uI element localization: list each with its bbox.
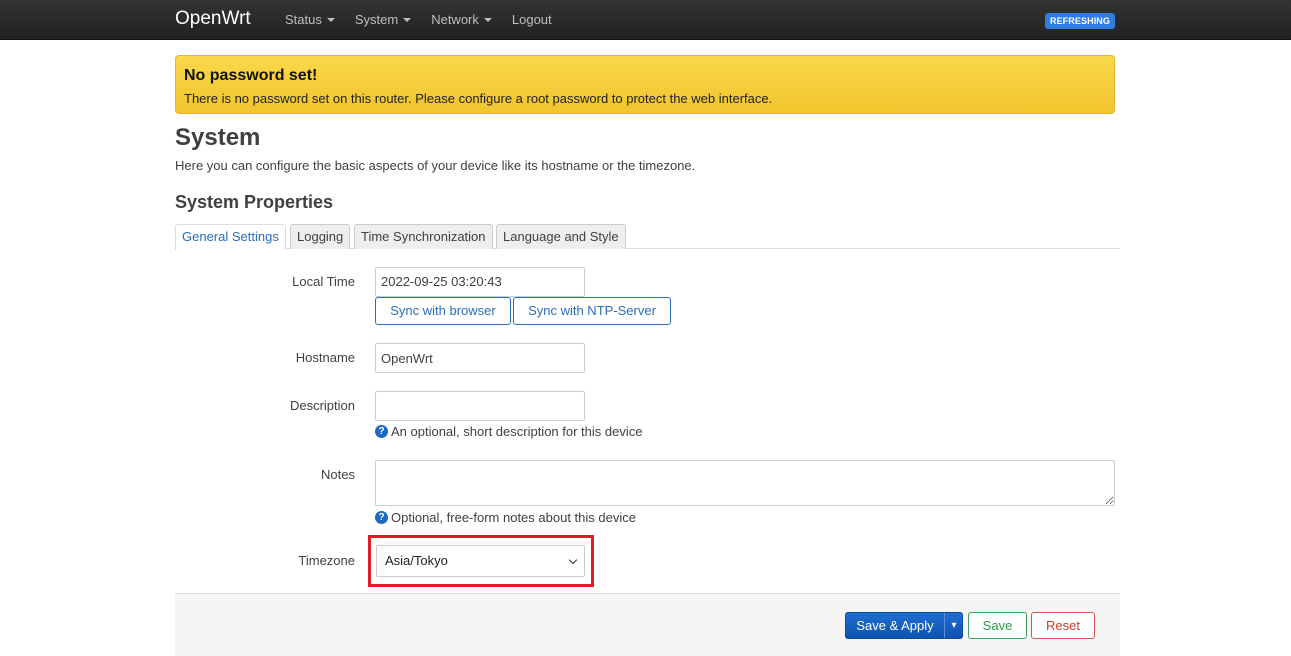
- notes-textarea[interactable]: [375, 460, 1115, 506]
- no-password-alert: No password set! There is no password se…: [175, 55, 1115, 114]
- section-title: System Properties: [175, 192, 334, 212]
- main-nav: Status System Network Logout: [285, 12, 572, 27]
- local-time-label: Local Time: [292, 274, 355, 289]
- sync-with-ntp-button[interactable]: Sync with NTP-Server: [513, 297, 671, 325]
- notes-hint: ? Optional, free-form notes about this d…: [375, 510, 636, 525]
- nav-status[interactable]: Status: [285, 12, 335, 27]
- dropdown-arrow-icon[interactable]: ▾: [945, 613, 963, 638]
- tab-time-synchronization[interactable]: Time Synchronization: [354, 224, 493, 249]
- caret-down-icon: [483, 18, 492, 22]
- nav-network-label: Network: [431, 12, 479, 27]
- hostname-input[interactable]: [375, 343, 585, 373]
- top-navbar: OpenWrt Status System Network Logout REF…: [0, 0, 1291, 40]
- nav-system[interactable]: System: [354, 12, 412, 27]
- save-and-apply-button[interactable]: Save & Apply ▾: [845, 612, 963, 639]
- timezone-select[interactable]: Asia/Tokyo: [376, 545, 585, 577]
- timezone-highlight-box: Asia/Tokyo: [368, 535, 594, 587]
- reset-button[interactable]: Reset: [1031, 612, 1095, 639]
- caret-down-icon: [403, 18, 412, 22]
- nav-logout[interactable]: Logout: [512, 12, 552, 27]
- description-hint-text: An optional, short description for this …: [391, 424, 643, 439]
- hostname-label: Hostname: [295, 350, 355, 365]
- nav-status-label: Status: [285, 12, 322, 27]
- description-label: Description: [289, 398, 355, 413]
- save-button[interactable]: Save: [968, 612, 1027, 639]
- save-and-apply-label: Save & Apply: [856, 618, 934, 633]
- help-icon: ?: [375, 511, 388, 524]
- tab-general-settings[interactable]: General Settings: [175, 224, 286, 250]
- timezone-selected-value: Asia/Tokyo: [385, 553, 448, 568]
- description-input[interactable]: [375, 391, 585, 421]
- timezone-label: Timezone: [298, 553, 355, 568]
- alert-title: No password set!: [184, 67, 318, 84]
- alert-text: There is no password set on this router.…: [184, 91, 773, 106]
- notes-label: Notes: [321, 467, 355, 482]
- nav-logout-label: Logout: [511, 12, 552, 27]
- notes-hint-text: Optional, free-form notes about this dev…: [391, 510, 636, 525]
- brand-logo[interactable]: OpenWrt: [175, 8, 251, 30]
- page-title: System: [175, 124, 261, 151]
- page-description: Here you can configure the basic aspects…: [175, 158, 696, 173]
- description-hint: ? An optional, short description for thi…: [375, 424, 642, 439]
- refreshing-badge[interactable]: REFRESHING: [1045, 13, 1115, 29]
- sync-with-browser-button[interactable]: Sync with browser: [375, 297, 511, 325]
- nav-system-label: System: [354, 12, 399, 27]
- caret-down-icon: [326, 18, 335, 22]
- help-icon: ?: [375, 425, 388, 438]
- chevron-down-icon: [568, 555, 578, 565]
- tab-language-and-style[interactable]: Language and Style: [496, 224, 626, 249]
- nav-network[interactable]: Network: [431, 12, 492, 27]
- local-time-field[interactable]: 2022-09-25 03:20:43: [375, 267, 585, 297]
- tab-logging[interactable]: Logging: [290, 224, 351, 249]
